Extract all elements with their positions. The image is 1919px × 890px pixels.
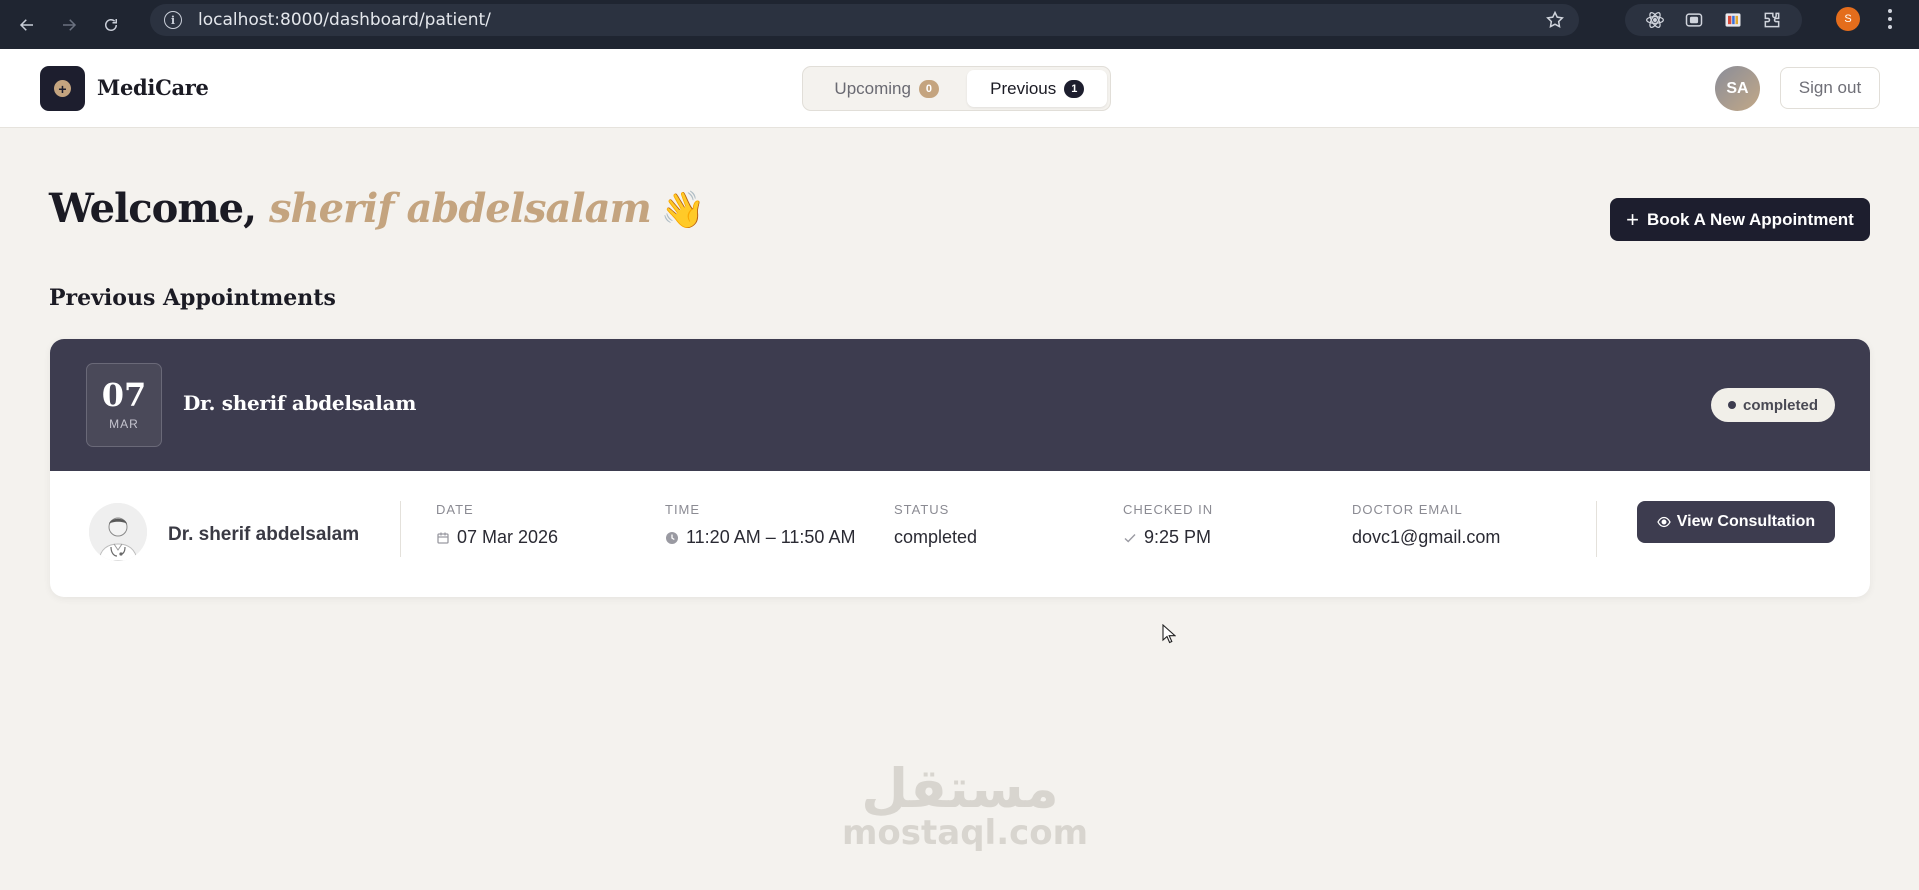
tab-upcoming[interactable]: Upcoming 0: [806, 70, 967, 107]
plus-icon: +: [1626, 206, 1640, 232]
divider: [400, 501, 401, 557]
status-dot-icon: [1727, 401, 1736, 409]
time-label: TIME: [665, 502, 701, 517]
view-consultation-label: View Consultation: [1676, 513, 1816, 530]
react-devtools-icon[interactable]: [1645, 10, 1665, 30]
logo[interactable]: +: [40, 66, 85, 111]
site-info-icon[interactable]: i: [164, 11, 182, 29]
status-field: STATUS completed: [894, 502, 977, 548]
tab-previous[interactable]: Previous 1: [967, 70, 1107, 107]
puzzle-icon[interactable]: [1762, 10, 1782, 30]
appointment-month: MAR: [109, 417, 139, 431]
doctor-email-value-row: dovc1@gmail.com: [1352, 527, 1500, 548]
doctor-avatar: [89, 503, 147, 561]
appointment-date-badge: 07 MAR: [86, 363, 162, 447]
watermark-latin: mostaql.com: [842, 813, 1089, 853]
watermark: مستقل mostaql.com: [842, 757, 1089, 853]
appointment-card-body: Dr. sherif abdelsalam DATE 07 Mar 2026 T…: [50, 471, 1870, 597]
status-value-row: completed: [894, 527, 977, 548]
welcome-user-name: sherif abdelsalam: [268, 185, 652, 232]
checked-in-value-row: 9:25 PM: [1123, 527, 1213, 548]
brand-name[interactable]: MediCare: [97, 75, 209, 100]
appointment-tabs: Upcoming 0 Previous 1: [802, 66, 1111, 111]
reload-icon[interactable]: [96, 10, 126, 40]
watermark-arabic: مستقل: [861, 757, 1059, 820]
date-field: DATE 07 Mar 2026: [436, 502, 558, 548]
tab-previous-count: 1: [1064, 79, 1085, 98]
doctor-email-value: dovc1@gmail.com: [1352, 527, 1501, 547]
appointment-card: 07 MAR Dr. sherif abdelsalam completed D…: [50, 339, 1870, 597]
tab-upcoming-label: Upcoming: [834, 78, 911, 98]
browser-toolbar: i localhost:8000/dashboard/patient/ S: [0, 0, 1919, 49]
checked-in-value: 9:25 PM: [1144, 527, 1212, 547]
checked-in-label: CHECKED IN: [1123, 502, 1214, 517]
medical-plus-icon: +: [54, 80, 71, 97]
clock-icon: [665, 531, 679, 545]
appointment-card-header: 07 MAR Dr. sherif abdelsalam completed: [50, 339, 1870, 471]
date-value-row: 07 Mar 2026: [436, 527, 558, 548]
user-avatar[interactable]: SA: [1715, 66, 1760, 111]
divider: [1596, 501, 1597, 557]
mouse-cursor-icon: [1162, 624, 1176, 644]
eye-icon: [1657, 516, 1671, 528]
section-title: Previous Appointments: [49, 285, 336, 311]
time-field: TIME 11:20 AM – 11:50 AM: [665, 502, 855, 548]
forward-icon[interactable]: [54, 10, 84, 40]
waving-hand-icon: 👋: [660, 189, 706, 231]
extension-icon[interactable]: [1723, 10, 1743, 30]
status-label: STATUS: [894, 502, 950, 517]
date-label: DATE: [436, 502, 474, 517]
status-badge-label: completed: [1742, 396, 1818, 414]
date-value: 07 Mar 2026: [457, 527, 559, 547]
bookmark-star-icon[interactable]: [1545, 10, 1565, 30]
status-value: completed: [894, 527, 978, 547]
screen-capture-icon[interactable]: [1684, 10, 1704, 30]
checked-in-field: CHECKED IN 9:25 PM: [1123, 502, 1213, 548]
time-value: 11:20 AM – 11:50 AM: [686, 527, 856, 547]
tab-upcoming-count: 0: [918, 79, 939, 98]
welcome-heading: Welcome, sherif abdelsalam 👋: [49, 185, 706, 232]
header-doctor-name: Dr. sherif abdelsalam: [183, 391, 417, 415]
time-value-row: 11:20 AM – 11:50 AM: [665, 527, 855, 548]
appointment-day: 07: [101, 376, 147, 414]
doctor-email-label: DOCTOR EMAIL: [1352, 502, 1463, 517]
menu-icon[interactable]: [1885, 9, 1895, 29]
browser-profile-avatar[interactable]: S: [1836, 7, 1860, 31]
view-consultation-button[interactable]: View Consultation: [1637, 501, 1835, 543]
address-bar[interactable]: i localhost:8000/dashboard/patient/: [150, 4, 1579, 36]
tab-previous-label: Previous: [990, 78, 1057, 98]
app-header: + MediCare Upcoming 0 Previous 1 SA Sign…: [0, 49, 1919, 128]
doctor-email-field: DOCTOR EMAIL dovc1@gmail.com: [1352, 502, 1500, 548]
book-appointment-button[interactable]: + Book A New Appointment: [1610, 198, 1870, 241]
check-icon: [1123, 531, 1137, 545]
extensions-bar: [1625, 4, 1802, 36]
status-badge: completed: [1711, 388, 1835, 422]
book-appointment-label: Book A New Appointment: [1647, 209, 1854, 229]
sign-out-button[interactable]: Sign out: [1780, 67, 1880, 109]
back-icon[interactable]: [12, 10, 42, 40]
welcome-prefix: Welcome,: [49, 185, 257, 232]
calendar-icon: [436, 531, 450, 545]
url-text[interactable]: localhost:8000/dashboard/patient/: [198, 10, 491, 30]
doctor-name: Dr. sherif abdelsalam: [168, 524, 360, 545]
